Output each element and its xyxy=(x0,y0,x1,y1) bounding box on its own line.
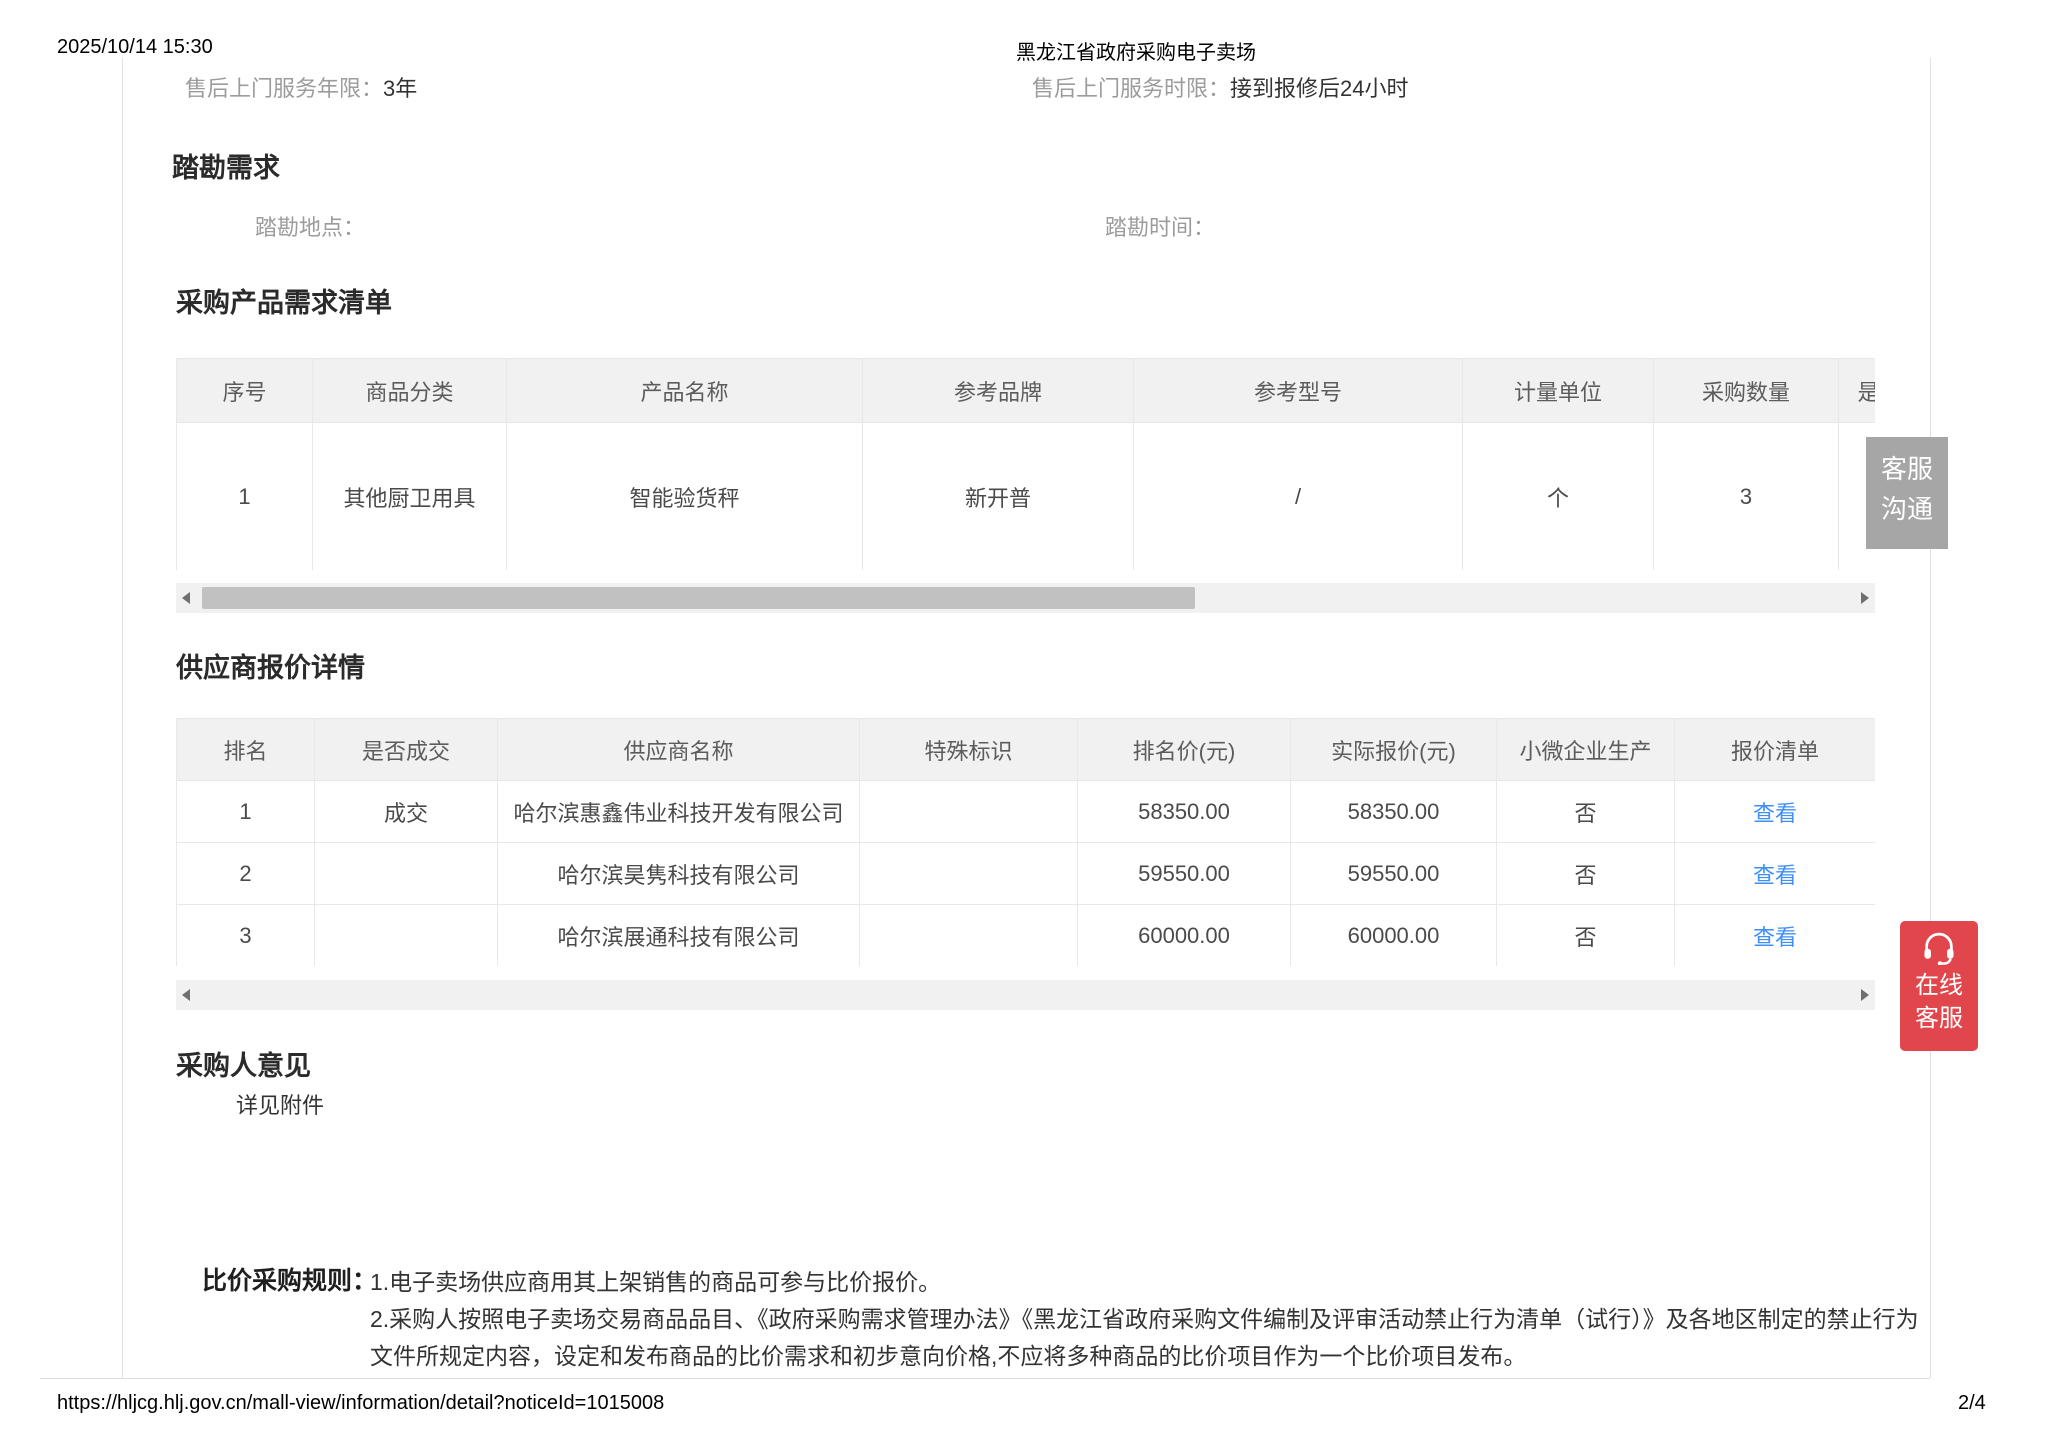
product-cell-name: 智能验货秤 xyxy=(507,423,863,571)
quote-col-header: 排名价(元) xyxy=(1078,719,1291,781)
product-table-hscrollbar[interactable] xyxy=(176,583,1875,613)
quote-table: 排名 是否成交 供应商名称 特殊标识 排名价(元) 实际报价(元) 小微企业生产… xyxy=(176,718,1875,966)
quote-cell-rank-price: 60000.00 xyxy=(1078,905,1291,967)
quote-cell-detail: 查看 xyxy=(1675,843,1876,905)
rules-line-1: 1.电子卖场供应商用其上架销售的商品可参与比价报价。 xyxy=(370,1263,941,1297)
quote-cell-actual-price: 59550.00 xyxy=(1291,843,1497,905)
print-footer-page-number: 2/4 xyxy=(1958,1392,1986,1415)
survey-heading: 踏勘需求 xyxy=(172,146,280,185)
print-footer-url: https://hljcg.hlj.gov.cn/mall-view/infor… xyxy=(57,1392,664,1415)
after-sale-years-value: 3年 xyxy=(383,76,417,101)
quote-cell-supplier: 哈尔滨惠鑫伟业科技开发有限公司 xyxy=(498,781,860,843)
after-sale-years-label: 售后上门服务年限： xyxy=(185,76,383,101)
quote-table-hscrollbar[interactable] xyxy=(176,980,1875,1010)
scroll-left-arrow-icon[interactable] xyxy=(182,592,190,604)
product-list-heading: 采购产品需求清单 xyxy=(176,281,392,320)
quote-cell-actual-price: 58350.00 xyxy=(1291,781,1497,843)
product-cell-index: 1 xyxy=(177,423,313,571)
quote-col-header: 小微企业生产 xyxy=(1497,719,1675,781)
product-col-header: 商品分类 xyxy=(313,359,507,423)
product-col-header-clipped: 是 xyxy=(1839,359,1876,423)
quote-table-header-row: 排名 是否成交 供应商名称 特殊标识 排名价(元) 实际报价(元) 小微企业生产… xyxy=(177,719,1876,781)
quote-cell-deal: 成交 xyxy=(315,781,498,843)
rules-line-3: 文件所规定内容，设定和发布商品的比价需求和初步意向价格,不应将多种商品的比价项目… xyxy=(370,1337,1526,1371)
buyer-opinion-value: 详见附件 xyxy=(236,1088,324,1120)
after-sale-deadline-value: 接到报修后24小时 xyxy=(1230,76,1408,101)
quote-table-row: 1 成交 哈尔滨惠鑫伟业科技开发有限公司 58350.00 58350.00 否… xyxy=(177,781,1876,843)
quote-detail-heading: 供应商报价详情 xyxy=(176,646,365,685)
print-preview-page: 2025/10/14 15:30 黑龙江省政府采购电子卖场 售后上门服务年限：3… xyxy=(0,0,2048,1447)
view-quote-link[interactable]: 查看 xyxy=(1753,925,1797,950)
rules-label: 比价采购规则： xyxy=(202,1261,377,1297)
view-quote-link[interactable]: 查看 xyxy=(1753,801,1797,826)
quote-col-header: 是否成交 xyxy=(315,719,498,781)
survey-time-label: 踏勘时间： xyxy=(1105,215,1215,240)
quote-cell-rank: 1 xyxy=(177,781,315,843)
chat-button-label-line1: 客服 xyxy=(1866,449,1948,489)
quote-cell-detail: 查看 xyxy=(1675,781,1876,843)
product-col-header: 参考品牌 xyxy=(863,359,1134,423)
quote-cell-mark xyxy=(860,843,1078,905)
quote-col-header: 供应商名称 xyxy=(498,719,860,781)
quote-cell-actual-price: 60000.00 xyxy=(1291,905,1497,967)
quote-col-header: 排名 xyxy=(177,719,315,781)
quote-cell-sme: 否 xyxy=(1497,781,1675,843)
product-cell-category: 其他厨卫用具 xyxy=(313,423,507,571)
content-left-border xyxy=(122,58,123,1378)
headset-icon xyxy=(1920,931,1958,965)
quote-cell-supplier: 哈尔滨展通科技有限公司 xyxy=(498,905,860,967)
quote-col-header: 特殊标识 xyxy=(860,719,1078,781)
product-col-header: 序号 xyxy=(177,359,313,423)
product-cell-model: / xyxy=(1134,423,1463,571)
quote-table-row: 3 哈尔滨展通科技有限公司 60000.00 60000.00 否 查看 xyxy=(177,905,1876,967)
quote-cell-mark xyxy=(860,781,1078,843)
quote-cell-sme: 否 xyxy=(1497,843,1675,905)
rules-line-2: 2.采购人按照电子卖场交易商品品目、《政府采购需求管理办法》《黑龙江省政府采购文… xyxy=(370,1300,1919,1334)
product-cell-quantity: 3 xyxy=(1654,423,1839,571)
survey-time-field: 踏勘时间： xyxy=(1105,215,1215,241)
quote-cell-deal xyxy=(315,905,498,967)
online-service-button[interactable]: 在线 客服 xyxy=(1900,921,1978,1051)
quote-cell-rank-price: 58350.00 xyxy=(1078,781,1291,843)
view-quote-link[interactable]: 查看 xyxy=(1753,863,1797,888)
product-cell-brand: 新开普 xyxy=(863,423,1134,571)
quote-cell-rank-price: 59550.00 xyxy=(1078,843,1291,905)
product-col-header: 采购数量 xyxy=(1654,359,1839,423)
quote-cell-sme: 否 xyxy=(1497,905,1675,967)
product-cell-unit: 个 xyxy=(1463,423,1654,571)
product-col-header: 参考型号 xyxy=(1134,359,1463,423)
survey-location-label: 踏勘地点： xyxy=(255,215,365,240)
scroll-right-arrow-icon[interactable] xyxy=(1861,989,1869,1001)
quote-cell-rank: 2 xyxy=(177,843,315,905)
after-sale-years-field: 售后上门服务年限：3年 xyxy=(185,76,417,102)
chat-button-label-line2: 沟通 xyxy=(1866,489,1948,529)
scroll-right-arrow-icon[interactable] xyxy=(1861,592,1869,604)
after-sale-deadline-label: 售后上门服务时限： xyxy=(1032,76,1230,101)
product-col-header: 计量单位 xyxy=(1463,359,1654,423)
quote-cell-mark xyxy=(860,905,1078,967)
scroll-left-arrow-icon[interactable] xyxy=(182,989,190,1001)
service-button-label-line1: 在线 xyxy=(1900,969,1978,1002)
quote-cell-detail: 查看 xyxy=(1675,905,1876,967)
buyer-opinion-heading: 采购人意见 xyxy=(176,1044,311,1083)
product-table-row: 1 其他厨卫用具 智能验货秤 新开普 / 个 3 xyxy=(177,423,1876,571)
product-table-header-row: 序号 商品分类 产品名称 参考品牌 参考型号 计量单位 采购数量 是 xyxy=(177,359,1876,423)
quote-col-header: 实际报价(元) xyxy=(1291,719,1497,781)
content-bottom-border xyxy=(40,1378,1930,1379)
content-right-border xyxy=(1930,58,1931,1378)
survey-location-field: 踏勘地点： xyxy=(255,215,365,241)
quote-col-header: 报价清单 xyxy=(1675,719,1876,781)
print-datetime: 2025/10/14 15:30 xyxy=(57,36,213,59)
product-col-header: 产品名称 xyxy=(507,359,863,423)
page-title: 黑龙江省政府采购电子卖场 xyxy=(1016,36,1256,65)
service-button-label-line2: 客服 xyxy=(1900,1002,1978,1035)
quote-cell-supplier: 哈尔滨昊隽科技有限公司 xyxy=(498,843,860,905)
product-table: 序号 商品分类 产品名称 参考品牌 参考型号 计量单位 采购数量 是 1 其他厨… xyxy=(176,358,1875,570)
after-sale-deadline-field: 售后上门服务时限：接到报修后24小时 xyxy=(1032,76,1409,102)
quote-cell-rank: 3 xyxy=(177,905,315,967)
quote-cell-deal xyxy=(315,843,498,905)
quote-table-row: 2 哈尔滨昊隽科技有限公司 59550.00 59550.00 否 查看 xyxy=(177,843,1876,905)
scrollbar-thumb[interactable] xyxy=(202,587,1195,609)
customer-service-chat-button[interactable]: 客服 沟通 xyxy=(1866,437,1948,549)
